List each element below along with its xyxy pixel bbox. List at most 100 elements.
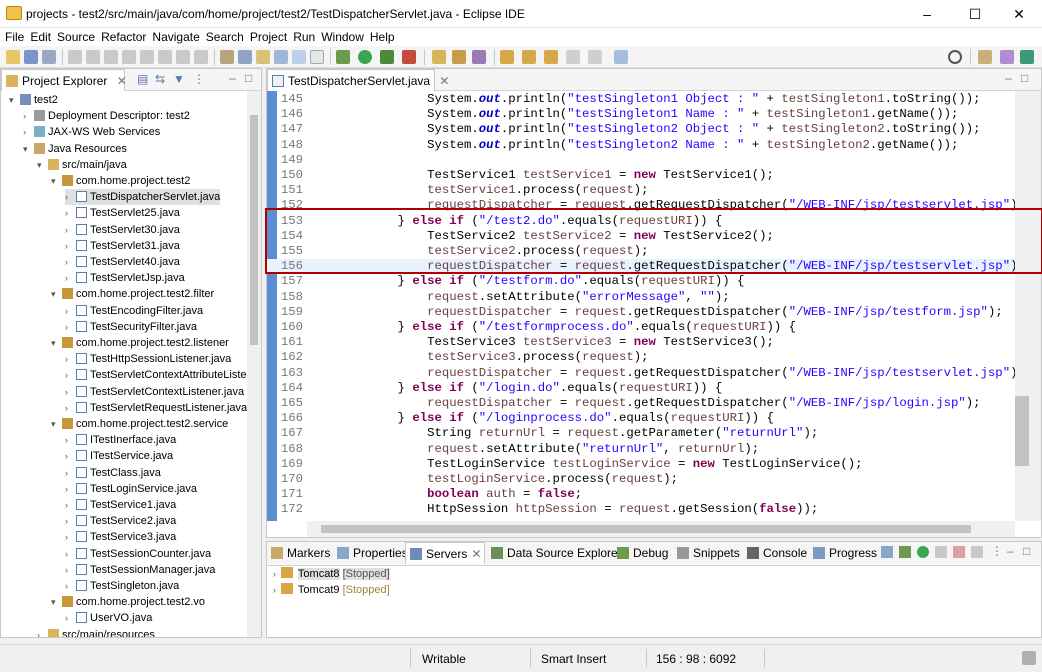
minimize-button[interactable]: – (904, 0, 950, 28)
debug-icon[interactable] (336, 50, 350, 64)
expand-arrow-icon[interactable]: › (23, 124, 33, 140)
code-line[interactable]: 147 System.out.println("testSingleton2 O… (267, 122, 1015, 137)
tree-item[interactable]: › TestClass.java (65, 465, 161, 481)
tab-servers[interactable]: Servers ✕ (405, 542, 485, 564)
expand-arrow-icon[interactable]: › (65, 578, 75, 594)
expand-arrow-icon[interactable]: ▾ (51, 416, 61, 432)
code-line[interactable]: 151 testService1.process(request); (267, 183, 1015, 198)
code-line[interactable]: 162 testService3.process(request); (267, 350, 1015, 365)
tree-item[interactable]: ▾ com.home.project.test2.service (51, 416, 228, 432)
view-menu-icon[interactable]: ⋮ (991, 544, 1003, 558)
resume-icon[interactable] (86, 50, 100, 64)
menu-file[interactable]: File (2, 28, 27, 46)
menu-navigate[interactable]: Navigate (149, 28, 202, 46)
tree-item[interactable]: › TestSecurityFilter.java (65, 319, 197, 335)
expand-arrow-icon[interactable]: › (65, 319, 75, 335)
minimize-view-icon[interactable]: – (1005, 71, 1012, 85)
tree-item[interactable]: › TestServlet25.java (65, 205, 180, 221)
show-whitespace-icon[interactable] (310, 50, 324, 64)
expand-arrow-icon[interactable]: › (65, 432, 75, 448)
expand-arrow-icon[interactable]: › (65, 513, 75, 529)
tree-item[interactable]: ▾ com.home.project.test2.filter (51, 286, 214, 302)
tree-item[interactable]: › TestLoginService.java (65, 481, 197, 497)
menu-edit[interactable]: Edit (27, 28, 54, 46)
maximize-button[interactable]: ☐ (952, 0, 998, 28)
code-line[interactable]: 148 System.out.println("testSingleton2 N… (267, 138, 1015, 153)
editor-hscroll-thumb[interactable] (321, 525, 971, 533)
maximize-view-icon[interactable]: □ (1023, 544, 1030, 558)
next-annotation-icon[interactable] (500, 50, 514, 64)
expand-arrow-icon[interactable]: › (65, 238, 75, 254)
code-line[interactable]: 150 TestService1 testService1 = new Test… (267, 168, 1015, 183)
open-perspective-icon[interactable] (978, 50, 992, 64)
tree-item[interactable]: ▾ Java Resources (23, 141, 127, 157)
link-editor-icon[interactable]: ⇆ (155, 72, 165, 86)
expand-arrow-icon[interactable]: › (65, 384, 75, 400)
code-line[interactable]: 168 request.setAttribute("returnUrl", re… (267, 442, 1015, 457)
tree-item[interactable]: › TestEncodingFilter.java (65, 303, 203, 319)
code-line[interactable]: 149 (267, 153, 1015, 168)
tree-item[interactable]: › ITestInerface.java (65, 432, 176, 448)
code-line[interactable]: 145 System.out.println("testSingleton1 O… (267, 92, 1015, 107)
maximize-view-icon[interactable]: □ (245, 71, 252, 85)
code-line[interactable]: 146 System.out.println("testSingleton1 N… (267, 107, 1015, 122)
code-line[interactable]: 167 String returnUrl = request.getParame… (267, 426, 1015, 441)
expand-arrow-icon[interactable]: › (37, 627, 47, 637)
tree-item[interactable]: ▾ test2 (9, 92, 58, 108)
java-ee-perspective-icon[interactable] (1000, 50, 1014, 64)
tree-item[interactable]: › TestServlet40.java (65, 254, 180, 270)
expand-arrow-icon[interactable]: › (65, 610, 75, 626)
back-icon[interactable] (566, 50, 580, 64)
expand-arrow-icon[interactable]: ▾ (51, 335, 61, 351)
menu-search[interactable]: Search (203, 28, 247, 46)
save-all-icon[interactable] (42, 50, 56, 64)
new-class-icon[interactable] (472, 50, 486, 64)
explorer-scrollbar[interactable] (247, 91, 261, 637)
expand-arrow-icon[interactable]: › (65, 205, 75, 221)
block-selection-icon[interactable] (274, 50, 288, 64)
new-icon[interactable] (6, 50, 20, 64)
tree-item[interactable]: › TestSessionCounter.java (65, 546, 211, 562)
tree-item[interactable]: › TestServletRequestListener.java (65, 400, 247, 416)
server-row-tomcat8[interactable]: › Tomcat8 [Stopped] (273, 566, 390, 582)
tree-item[interactable]: › UserVO.java (65, 610, 152, 626)
tree-item[interactable]: ▾ com.home.project.test2 (51, 173, 190, 189)
expand-arrow-icon[interactable]: › (65, 351, 75, 367)
tab-markers[interactable]: Markers (267, 542, 330, 564)
expand-arrow-icon[interactable]: › (65, 189, 75, 205)
expand-arrow-icon[interactable]: › (23, 108, 33, 124)
code-area[interactable]: 145 System.out.println("testSingleton1 O… (267, 91, 1015, 521)
code-line[interactable]: 172 HttpSession httpSession = request.ge… (267, 502, 1015, 517)
code-line[interactable]: 160 } else if ("/testformprocess.do".equ… (267, 320, 1015, 335)
tree-item[interactable]: › TestService2.java (65, 513, 176, 529)
view-menu-icon[interactable]: ⋮ (193, 72, 205, 86)
expand-arrow-icon[interactable]: › (65, 481, 75, 497)
expand-arrow-icon[interactable]: ▾ (51, 286, 61, 302)
external-tools-icon[interactable] (402, 50, 416, 64)
tab-testdispatcherservlet[interactable]: TestDispatcherServlet.java ✕ (267, 69, 449, 91)
tree-item[interactable]: › TestServletContextListener.java (65, 384, 244, 400)
publish-icon[interactable] (971, 546, 983, 558)
collapse-icon[interactable] (881, 546, 893, 558)
previous-annotation-icon[interactable] (522, 50, 536, 64)
run-icon[interactable] (358, 50, 372, 64)
tree-item[interactable]: › TestService1.java (65, 497, 176, 513)
tree-item[interactable]: › TestServlet30.java (65, 222, 180, 238)
open-type-icon[interactable] (220, 50, 234, 64)
expand-arrow-icon[interactable]: › (65, 546, 75, 562)
tab-project-explorer[interactable]: Project Explorer ✕ (1, 69, 127, 91)
expand-arrow-icon[interactable]: › (65, 400, 75, 416)
menu-window[interactable]: Window (318, 28, 367, 46)
editor-scroll-thumb[interactable] (1015, 396, 1029, 466)
explorer-scroll-thumb[interactable] (250, 115, 258, 345)
coverage-icon[interactable] (380, 50, 394, 64)
tree-item[interactable]: › TestServletJsp.java (65, 270, 185, 286)
code-line[interactable]: 165 requestDispatcher = request.getReque… (267, 396, 1015, 411)
tree-item[interactable]: › Deployment Descriptor: test2 (23, 108, 190, 124)
new-package-icon[interactable] (452, 50, 466, 64)
expand-arrow-icon[interactable]: › (65, 529, 75, 545)
menu-run[interactable]: Run (290, 28, 318, 46)
code-line[interactable]: 159 requestDispatcher = request.getReque… (267, 305, 1015, 320)
code-line[interactable]: 164 } else if ("/login.do".equals(reques… (267, 381, 1015, 396)
step-over-icon[interactable] (176, 50, 190, 64)
